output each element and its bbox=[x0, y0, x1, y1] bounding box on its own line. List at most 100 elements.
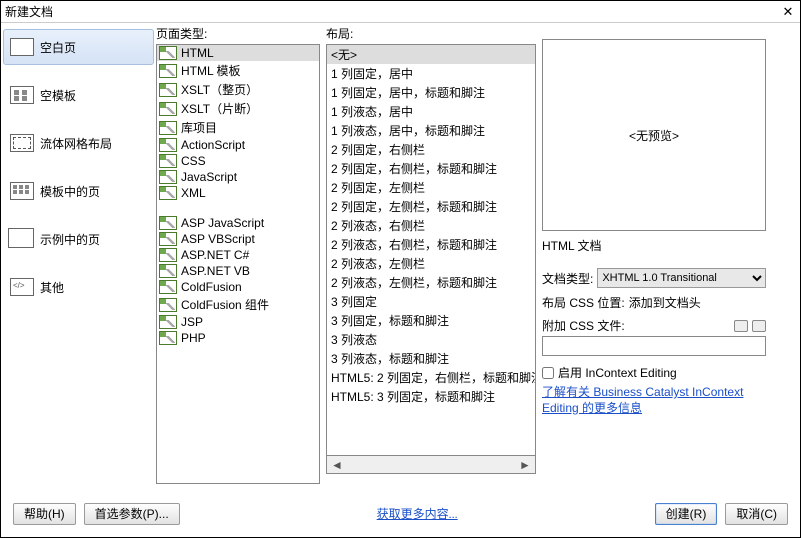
list-item[interactable]: 2 列液态，左侧栏 bbox=[327, 254, 535, 273]
sidebar-item-blank[interactable]: 空白页 bbox=[3, 29, 154, 65]
file-type-icon bbox=[159, 138, 177, 152]
file-type-icon bbox=[159, 216, 177, 230]
blank-template-icon bbox=[10, 86, 34, 104]
list-item[interactable]: ColdFusion bbox=[157, 279, 319, 295]
list-item[interactable]: ASP.NET VB bbox=[157, 263, 319, 279]
list-item[interactable]: 3 列固定，标题和脚注 bbox=[327, 311, 535, 330]
file-type-icon bbox=[159, 83, 177, 97]
page-type-column: 页面类型: HTMLHTML 模板XSLT（整页）XSLT（片断）库项目Acti… bbox=[156, 25, 320, 493]
list-item-label: ASP.NET C# bbox=[181, 248, 249, 262]
attachcss-icons bbox=[734, 320, 766, 332]
fluid-grid-icon bbox=[10, 134, 34, 152]
file-type-icon bbox=[159, 64, 177, 78]
list-item[interactable]: 1 列液态，居中，标题和脚注 bbox=[327, 121, 535, 140]
file-type-icon bbox=[159, 121, 177, 135]
scroll-left-icon[interactable]: ◄ bbox=[331, 459, 343, 471]
other-icon bbox=[10, 278, 34, 296]
list-item[interactable]: 3 列液态 bbox=[327, 330, 535, 349]
link-css-icon[interactable] bbox=[734, 320, 748, 332]
incontext-label: 启用 InContext Editing bbox=[558, 364, 677, 381]
file-type-icon bbox=[159, 102, 177, 116]
layout-column: 布局: <无>1 列固定，居中1 列固定，居中，标题和脚注1 列液态，居中1 列… bbox=[326, 25, 536, 493]
attachcss-input[interactable] bbox=[542, 336, 766, 356]
list-item[interactable]: 1 列固定，居中 bbox=[327, 64, 535, 83]
list-item[interactable]: XSLT（整页） bbox=[157, 80, 319, 99]
list-item[interactable]: ColdFusion 组件 bbox=[157, 295, 319, 314]
doctype-row: 文档类型: XHTML 1.0 Transitional bbox=[542, 268, 766, 288]
sidebar-item-label: 示例中的页 bbox=[40, 231, 100, 248]
sidebar-item-page-from-template[interactable]: 模板中的页 bbox=[3, 173, 154, 209]
sidebar-item-fluid-grid[interactable]: 流体网格布局 bbox=[3, 125, 154, 161]
page-type-listbox[interactable]: HTML HTML 模板XSLT（整页）XSLT（片断） 库项目ActionScri… bbox=[156, 44, 320, 484]
list-item[interactable]: 2 列固定，右侧栏，标题和脚注 bbox=[327, 159, 535, 178]
details-column: <无预览> HTML 文档 文档类型: XHTML 1.0 Transition… bbox=[542, 25, 774, 493]
incontext-checkbox[interactable] bbox=[542, 367, 554, 379]
list-item[interactable]: ASP JavaScript bbox=[157, 215, 319, 231]
layoutcss-value: 添加到文档头 bbox=[629, 294, 766, 311]
file-type-icon bbox=[159, 154, 177, 168]
list-item[interactable]: ASP.NET C# bbox=[157, 247, 319, 263]
close-icon[interactable]: ✕ bbox=[780, 4, 796, 20]
doctype-select[interactable]: XHTML 1.0 Transitional bbox=[597, 268, 766, 288]
list-item[interactable]: HTML5: 2 列固定，右侧栏，标题和脚注 bbox=[327, 368, 535, 387]
get-more-link[interactable]: 获取更多内容... bbox=[377, 505, 458, 522]
list-item-label: XSLT（片断） bbox=[181, 100, 258, 117]
detach-css-icon[interactable] bbox=[752, 320, 766, 332]
list-item[interactable]: 1 列固定，居中，标题和脚注 bbox=[327, 83, 535, 102]
help-button[interactable]: 帮助(H) bbox=[13, 503, 76, 525]
sidebar-item-label: 流体网格布局 bbox=[40, 135, 112, 152]
list-item[interactable]: HTML 模板 bbox=[157, 61, 319, 80]
create-button[interactable]: 创建(R) bbox=[655, 503, 718, 525]
file-type-icon bbox=[159, 280, 177, 294]
learn-more-link[interactable]: 了解有关 Business Catalyst InContext Editing… bbox=[542, 385, 766, 416]
list-item-label: HTML 模板 bbox=[181, 62, 241, 79]
file-type-icon bbox=[159, 232, 177, 246]
layout-hscrollbar[interactable]: ◄ ► bbox=[326, 456, 536, 474]
list-item[interactable]: 2 列固定，右侧栏 bbox=[327, 140, 535, 159]
file-type-icon bbox=[159, 186, 177, 200]
list-item[interactable]: XML bbox=[157, 185, 319, 201]
list-item[interactable]: <无> bbox=[327, 45, 535, 64]
list-item[interactable]: 2 列固定，左侧栏 bbox=[327, 178, 535, 197]
list-item-label: ColdFusion bbox=[181, 280, 242, 294]
layout-listbox[interactable]: <无>1 列固定，居中1 列固定，居中，标题和脚注1 列液态，居中1 列液态，居… bbox=[326, 44, 536, 456]
scroll-right-icon[interactable]: ► bbox=[519, 459, 531, 471]
list-item[interactable]: 2 列液态，左侧栏，标题和脚注 bbox=[327, 273, 535, 292]
list-item-label: ASP.NET VB bbox=[181, 264, 250, 278]
layoutcss-row: 布局 CSS 位置: 添加到文档头 bbox=[542, 294, 766, 311]
list-item[interactable]: 2 列液态，右侧栏 bbox=[327, 216, 535, 235]
doctype-label: 文档类型: bbox=[542, 270, 593, 287]
list-item[interactable]: ActionScript bbox=[157, 137, 319, 153]
file-type-icon bbox=[159, 331, 177, 345]
sidebar-item-page-from-sample[interactable]: 示例中的页 bbox=[3, 221, 154, 257]
list-item[interactable]: 库项目 bbox=[157, 118, 319, 137]
list-item[interactable]: ASP VBScript bbox=[157, 231, 319, 247]
list-item[interactable]: 2 列固定，左侧栏，标题和脚注 bbox=[327, 197, 535, 216]
cancel-button[interactable]: 取消(C) bbox=[725, 503, 788, 525]
prefs-button[interactable]: 首选参数(P)... bbox=[84, 503, 180, 525]
list-item-label: 库项目 bbox=[181, 119, 217, 136]
incontext-row: 启用 InContext Editing bbox=[542, 364, 766, 381]
list-item[interactable]: CSS bbox=[157, 153, 319, 169]
list-item[interactable]: 1 列液态，居中 bbox=[327, 102, 535, 121]
list-item-label: JSP bbox=[181, 315, 203, 329]
list-item[interactable]: 3 列液态，标题和脚注 bbox=[327, 349, 535, 368]
list-item-label: ColdFusion 组件 bbox=[181, 296, 269, 313]
preview-box: <无预览> bbox=[542, 39, 766, 231]
list-item[interactable]: XSLT（片断） bbox=[157, 99, 319, 118]
blank-page-icon bbox=[10, 38, 34, 56]
list-item[interactable]: 3 列固定 bbox=[327, 292, 535, 311]
sidebar-item-blank-template[interactable]: 空模板 bbox=[3, 77, 154, 113]
list-item-label: HTML bbox=[181, 46, 214, 60]
list-item[interactable]: 2 列液态，右侧栏，标题和脚注 bbox=[327, 235, 535, 254]
list-item[interactable]: HTML bbox=[157, 45, 319, 61]
preview-placeholder: <无预览> bbox=[629, 127, 679, 144]
sidebar-item-label: 空模板 bbox=[40, 87, 76, 104]
list-item-label: CSS bbox=[181, 154, 206, 168]
file-type-icon bbox=[159, 298, 177, 312]
list-item[interactable]: JSP bbox=[157, 314, 319, 330]
list-item[interactable]: PHP bbox=[157, 330, 319, 346]
sidebar-item-other[interactable]: 其他 bbox=[3, 269, 154, 305]
list-item[interactable]: JavaScript bbox=[157, 169, 319, 185]
list-item[interactable]: HTML5: 3 列固定，标题和脚注 bbox=[327, 387, 535, 406]
